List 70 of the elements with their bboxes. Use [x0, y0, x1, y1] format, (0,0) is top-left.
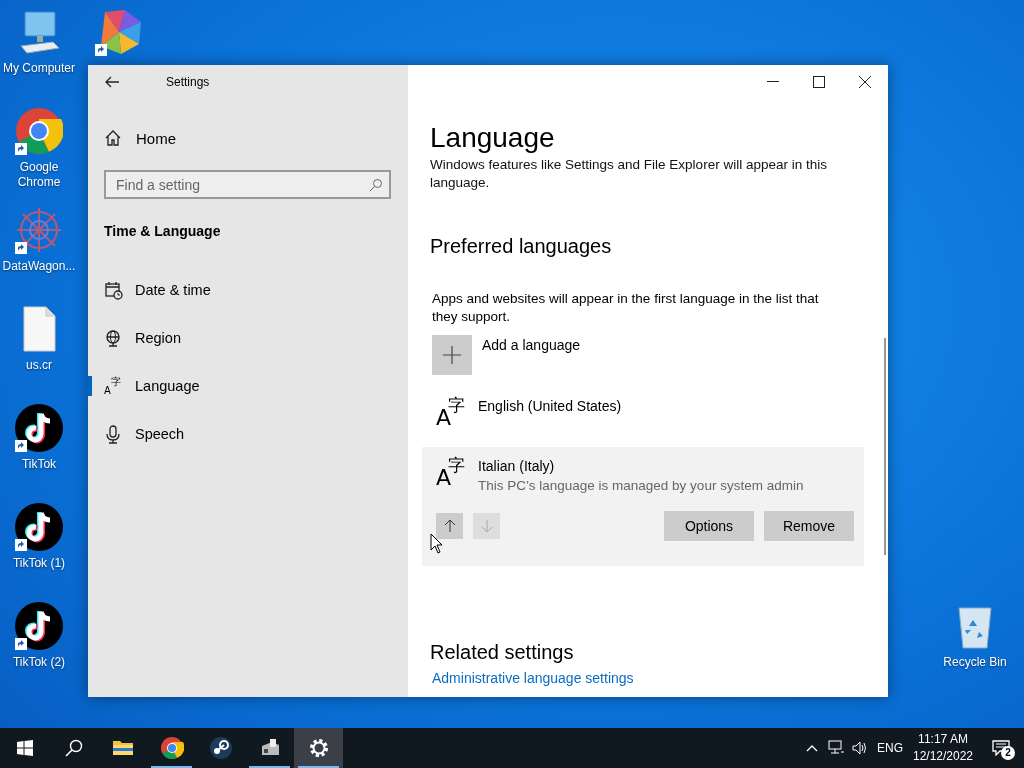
volume-icon [852, 740, 868, 756]
section-heading: Related settings [430, 640, 575, 665]
description-text: Windows features like Settings and File Explorer will appear in this language. [430, 156, 828, 192]
close-icon [859, 75, 871, 88]
settings-link[interactable]: Administrative language settings [432, 670, 634, 686]
running-indicator [298, 766, 339, 768]
page-heading: Language [430, 123, 555, 153]
browser-icon [159, 736, 184, 760]
notification-count: 2 [1001, 746, 1015, 760]
language-name[interactable]: English (United States) [478, 398, 622, 414]
minimize-icon [767, 81, 779, 82]
shortcut-arrow-icon [15, 242, 27, 254]
input-language[interactable]: ENG [872, 741, 908, 755]
nav-item[interactable]: A 字 Language [88, 362, 408, 410]
icon-label: TikTok (2) [12, 655, 66, 670]
globe-icon [104, 328, 123, 348]
shortcut-arrow-icon [95, 44, 107, 56]
running-indicator [249, 766, 290, 768]
language-action-button[interactable]: Options [664, 511, 754, 541]
star-pattern-icon[interactable] [15, 206, 63, 254]
section-heading: Preferred languages [430, 234, 613, 259]
icon-label: TikTok (1) [12, 556, 66, 571]
add-language-label[interactable]: Add a language [482, 335, 581, 355]
arrow-up-icon [443, 519, 456, 533]
shortcut-arrow-icon [15, 440, 27, 452]
icon-label: Google Chrome [16, 160, 62, 190]
icon-label: TikTok [21, 457, 57, 472]
pinwheel-icon[interactable] [95, 8, 143, 56]
nav-item[interactable]: Date & time [88, 266, 408, 314]
language-action-button[interactable]: Remove [764, 511, 854, 541]
nav-item[interactable]: Region [88, 314, 408, 362]
home-link[interactable]: Home [104, 125, 408, 151]
chevron-up-icon [806, 744, 818, 752]
microphone-icon [104, 424, 123, 444]
browser-icon[interactable] [15, 107, 63, 155]
arrow-down-icon [480, 519, 493, 533]
icon-label: My Computer [3, 61, 75, 76]
description-text: Apps and websites will appear in the first language in the list that they support. [432, 290, 820, 326]
section-heading: Time & Language [104, 222, 222, 241]
language-note: This PC’s language is managed by your system admin [478, 477, 804, 495]
icon-label: us.cr [26, 358, 52, 373]
language-name: Italian (Italy) [478, 458, 555, 474]
window-title: Settings [166, 74, 210, 89]
note-circle-icon[interactable] [15, 404, 63, 452]
search-field[interactable]: Find a setting [104, 170, 391, 199]
shortcut-arrow-icon [15, 539, 27, 551]
search-icon [64, 739, 83, 757]
running-indicator [151, 766, 192, 768]
shortcut-arrow-icon [15, 143, 27, 155]
windows-icon [16, 740, 33, 756]
notifications-button[interactable]: 2 [978, 728, 1024, 768]
taskbar-app-button[interactable] [294, 728, 343, 768]
icon-label: DataWagon... [2, 259, 76, 274]
home-icon [104, 129, 122, 147]
calendar-icon [104, 280, 123, 300]
shortcut-arrow-icon [15, 638, 27, 650]
note-circle-icon[interactable] [15, 503, 63, 551]
language-icon: A 字 [104, 376, 123, 396]
nav-item[interactable]: Speech [88, 410, 408, 458]
search-icon [369, 178, 383, 192]
plus-icon [443, 346, 461, 364]
message-icon [992, 740, 1010, 756]
network-icon [828, 740, 844, 756]
note-circle-icon[interactable] [15, 602, 63, 650]
icon-label: Recycle Bin [943, 655, 1007, 670]
maximize-icon [813, 75, 825, 88]
add-language-button[interactable] [432, 335, 472, 375]
mouse-pointer-icon [430, 533, 444, 554]
scrollbar[interactable] [884, 338, 886, 555]
clock[interactable]: 11:17 AM 12/12/2022 [908, 728, 978, 768]
